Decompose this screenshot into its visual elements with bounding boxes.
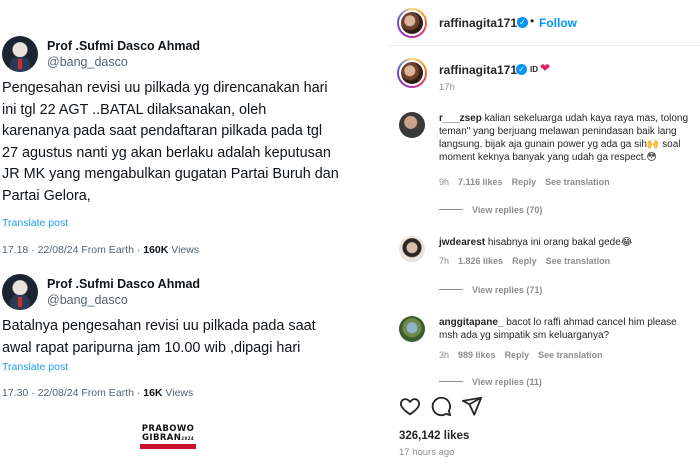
caption-text: ID xyxy=(530,65,538,74)
tweet-meta: 17.18 · 22/08/24 From Earth · 160K Views xyxy=(0,244,375,256)
tweet-panel: Prof .Sufmi Dasco Ahmad @bang_dasco Peng… xyxy=(0,0,375,465)
author-name[interactable]: Prof .Sufmi Dasco Ahmad xyxy=(47,39,200,53)
follow-button[interactable]: Follow xyxy=(539,16,577,30)
avatar[interactable] xyxy=(2,36,38,72)
reply-button[interactable]: Reply xyxy=(512,177,537,187)
tweet-text: Batalnya pengesahan revisi uu pilkada pa… xyxy=(2,318,316,356)
comment-line: kalian sekeluarga udah kaya raya mas, to… xyxy=(481,113,689,124)
commenter-username[interactable]: jwdearest xyxy=(439,237,485,248)
post-time[interactable]: 17 hours ago xyxy=(399,447,454,458)
tweet-timestamp[interactable]: 17.30 · 22/08/24 From Earth · xyxy=(2,387,143,399)
commenter-avatar[interactable] xyxy=(399,236,425,262)
comment-line: msh ada yg simpatik sm keluarganya? xyxy=(439,330,610,341)
comment-text: anggitapane_ bacot lo raffi ahmad cancel… xyxy=(439,316,699,342)
tweet-text: Pengesahan revisi uu pilkada yg direncan… xyxy=(2,80,339,204)
heart-icon[interactable] xyxy=(399,395,421,417)
see-translation-button[interactable]: See translation xyxy=(538,350,603,360)
avatar[interactable] xyxy=(2,274,38,310)
commenter-username[interactable]: r___zsep xyxy=(439,113,482,124)
post-username[interactable]: raffinagita1717 xyxy=(439,16,524,30)
comment-text: r___zsep kalian sekeluarga udah kaya ray… xyxy=(439,112,699,164)
view-replies-button[interactable]: View replies (11) xyxy=(439,377,542,387)
comment-line: hisabnya ini orang bakal gede😂 xyxy=(485,237,633,248)
views-label: Views xyxy=(168,244,200,256)
logo-year: 2024 xyxy=(181,436,194,441)
comment-text: jwdearest hisabnya ini orang bakal gede😂 xyxy=(439,236,699,249)
reply-button[interactable]: Reply xyxy=(512,256,537,266)
avatar xyxy=(399,10,425,36)
view-replies-button[interactable]: View replies (71) xyxy=(439,285,542,295)
caption-time[interactable]: 17h xyxy=(439,82,455,93)
comment-line: teman" yang berjuang melawan penindasan … xyxy=(439,126,677,137)
comment-line: bacot lo raffi ahmad cancel him please xyxy=(503,317,677,328)
comment-meta: 3h 989 likes Reply See translation xyxy=(439,350,612,360)
views-label: Views xyxy=(162,387,194,399)
see-translation-button[interactable]: See translation xyxy=(545,177,610,187)
verified-badge-icon: ✓ xyxy=(517,17,528,28)
separator-dot: • xyxy=(530,14,535,28)
view-count: 160K xyxy=(143,244,169,256)
comment-time[interactable]: 9h xyxy=(439,177,449,187)
translate-post-link[interactable]: Translate post xyxy=(0,217,375,229)
tweet-meta: 17.30 · 22/08/24 From Earth · 16K Views xyxy=(0,387,375,399)
post-action-bar xyxy=(388,395,700,421)
see-translation-button[interactable]: See translation xyxy=(546,256,611,266)
reply-button[interactable]: Reply xyxy=(505,350,530,360)
commenter-username[interactable]: anggitapane_ xyxy=(439,317,503,328)
tweet-timestamp[interactable]: 17.18 · 22/08/24 From Earth · xyxy=(2,244,143,256)
tweet-header: Prof .Sufmi Dasco Ahmad @bang_dasco xyxy=(0,30,375,74)
commenter-avatar[interactable] xyxy=(399,112,425,138)
comment-likes[interactable]: 7.116 likes xyxy=(458,177,503,187)
logo-red-bar xyxy=(140,444,196,449)
red-heart-emoji-icon: ❤ xyxy=(540,61,551,75)
comment-time[interactable]: 3h xyxy=(439,350,449,360)
comment-line: moment keknya banyak yang udah ga respec… xyxy=(439,152,657,163)
tweet: Prof .Sufmi Dasco Ahmad @bang_dasco Peng… xyxy=(0,30,375,256)
comment-time[interactable]: 7h xyxy=(439,256,449,266)
tweet: Prof .Sufmi Dasco Ahmad @bang_dasco Bata… xyxy=(0,268,375,399)
prabowo-gibran-logo: PRABOWO GIBRAN2024 xyxy=(138,425,198,453)
view-count: 16K xyxy=(143,387,163,399)
avatar xyxy=(399,60,425,86)
translate-post-link[interactable]: Translate post xyxy=(0,361,375,373)
verified-badge-icon: ✓ xyxy=(516,64,527,75)
post-header: raffinagita1717 ✓ • Follow xyxy=(388,0,700,46)
instagram-panel: raffinagita1717 ✓ • Follow raffinagita17… xyxy=(388,0,700,465)
comment-likes[interactable]: 1.826 likes xyxy=(458,256,503,266)
post-likes-count[interactable]: 326,142 likes xyxy=(399,430,469,442)
story-avatar[interactable] xyxy=(397,8,427,38)
share-icon[interactable] xyxy=(461,395,483,417)
caption-avatar[interactable] xyxy=(397,58,427,88)
comment-meta: 9h 7.116 likes Reply See translation xyxy=(439,177,619,187)
commenter-avatar[interactable] xyxy=(399,316,425,342)
author-handle[interactable]: @bang_dasco xyxy=(47,293,128,307)
comment-meta: 7h 1.826 likes Reply See translation xyxy=(439,256,619,266)
view-replies-button[interactable]: View replies (70) xyxy=(439,205,542,215)
comment-icon[interactable] xyxy=(430,395,452,417)
author-name[interactable]: Prof .Sufmi Dasco Ahmad xyxy=(47,277,200,291)
author-handle[interactable]: @bang_dasco xyxy=(47,55,128,69)
logo-line-2: GIBRAN xyxy=(142,433,182,443)
tweet-header: Prof .Sufmi Dasco Ahmad @bang_dasco xyxy=(0,268,375,312)
caption-username[interactable]: raffinagita1717 xyxy=(439,63,524,77)
comment-line: langsung. bijak aja gunain power yg ada … xyxy=(439,139,681,150)
comment-likes[interactable]: 989 likes xyxy=(458,350,496,360)
